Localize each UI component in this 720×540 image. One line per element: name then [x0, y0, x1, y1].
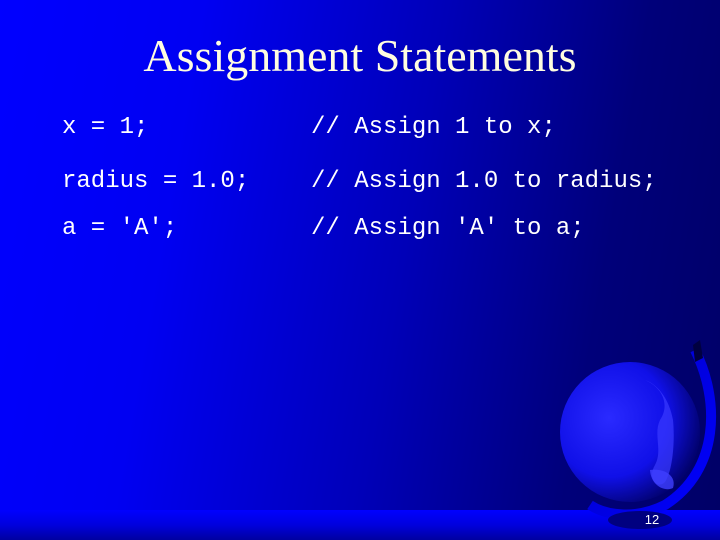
globe-icon [560, 340, 717, 529]
statement-code-3: a = 'A'; [62, 215, 178, 242]
statement-code-1: x = 1; [62, 114, 149, 141]
statement-comment-2: // Assign 1.0 to radius; [311, 168, 657, 195]
slide: Assignment Statements x = 1; // Assign 1… [0, 0, 720, 540]
page-number: 12 [644, 512, 660, 527]
statement-comment-3: // Assign 'A' to a; [311, 215, 585, 242]
statement-code-2: radius = 1.0; [62, 168, 250, 195]
statement-comment-1: // Assign 1 to x; [311, 114, 556, 141]
slide-title: Assignment Statements [143, 30, 577, 81]
